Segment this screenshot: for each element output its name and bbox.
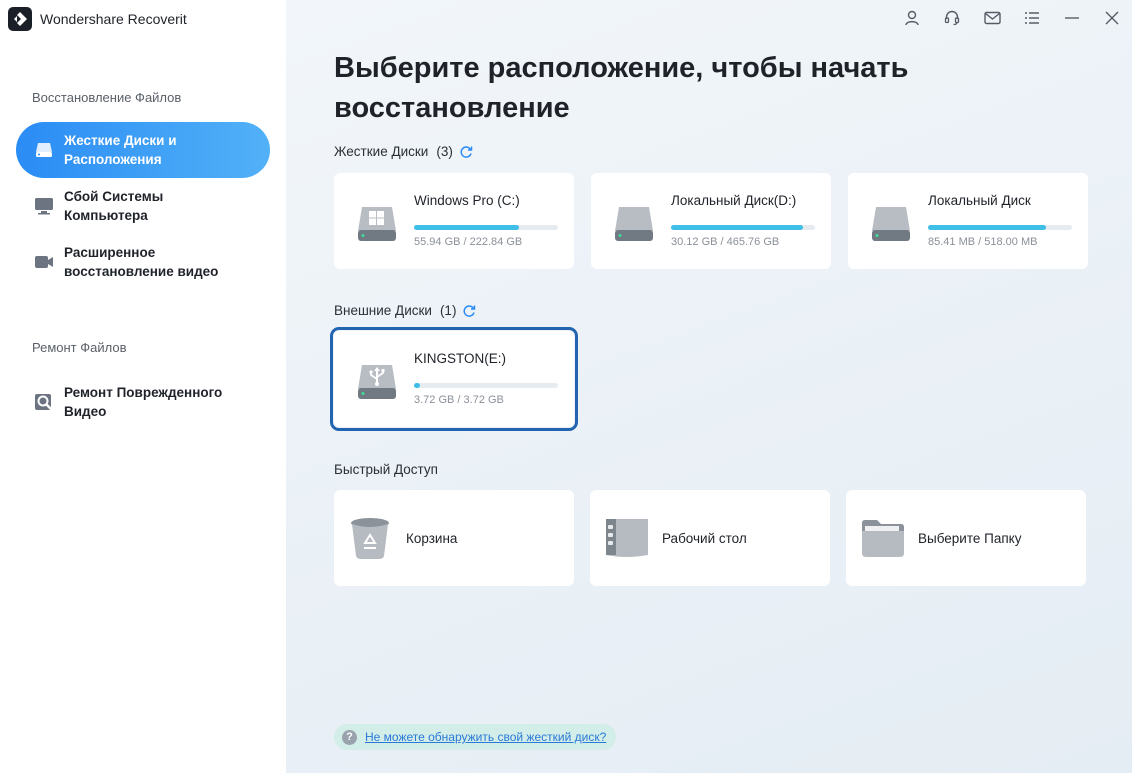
video-repair-icon xyxy=(34,392,54,412)
sidebar-item-label: Расширенное восстановление видео xyxy=(64,245,219,279)
quick-access-label: Выберите Папку xyxy=(918,530,1022,546)
quick-access-select-folder[interactable]: Выберите Папку xyxy=(846,490,1086,586)
help-pill[interactable]: ? Не можете обнаружить свой жесткий диск… xyxy=(334,724,617,750)
sidebar-item-label: Жесткие Диски и Расположения xyxy=(64,133,177,167)
cannot-detect-drive-link[interactable]: Не можете обнаружить свой жесткий диск? xyxy=(365,730,606,744)
app-title: Wondershare Recoverit xyxy=(40,11,187,27)
sidebar-item-label: Ремонт Поврежденного Видео xyxy=(64,385,223,419)
drive-size: 85.41 MB / 518.00 MB xyxy=(928,236,1038,248)
drive-name: Windows Pro (C:) xyxy=(414,193,520,208)
drive-size: 3.72 GB / 3.72 GB xyxy=(414,394,504,406)
refresh-icon[interactable] xyxy=(459,145,473,159)
sidebar: Wondershare Recoverit Восстановление Фай… xyxy=(0,0,286,773)
section-quick-access-label: Быстрый Доступ xyxy=(334,462,438,477)
user-icon[interactable] xyxy=(892,0,932,36)
drive-usage-bar xyxy=(671,225,815,230)
drive-size: 55.94 GB / 222.84 GB xyxy=(414,236,523,248)
sidebar-item-system-crash[interactable]: Сбой Системы Компьютера xyxy=(16,178,270,234)
drive-card-d[interactable]: Локальный Диск(D:) 30.12 GB / 465.76 GB xyxy=(591,173,831,269)
quick-access-desktop[interactable]: Рабочий стол xyxy=(590,490,830,586)
section-hard-drives: Жесткие Диски (3) xyxy=(334,144,473,159)
minimize-icon[interactable] xyxy=(1052,0,1092,36)
drive-name: Локальный Диск(D:) xyxy=(671,193,797,208)
folder-icon xyxy=(862,520,904,557)
title-bar-controls xyxy=(892,0,1132,36)
external-drives-count: (1) xyxy=(439,303,457,318)
drive-size: 30.12 GB / 465.76 GB xyxy=(671,236,780,248)
computer-icon xyxy=(34,196,54,216)
mail-icon[interactable] xyxy=(972,0,1012,36)
quick-access-label: Корзина xyxy=(406,530,458,546)
drive-usage-bar xyxy=(414,225,558,230)
support-headset-icon[interactable] xyxy=(932,0,972,36)
usb-drive-icon xyxy=(358,365,396,399)
drive-name: Локальный Диск xyxy=(928,193,1031,208)
section-file-recovery: Восстановление Файлов xyxy=(32,90,182,105)
drive-card-local[interactable]: Локальный Диск 85.41 MB / 518.00 MB xyxy=(848,173,1088,269)
section-hard-drives-label: Жесткие Диски xyxy=(334,144,429,159)
sidebar-item-advanced-video[interactable]: Расширенное восстановление видео xyxy=(16,234,270,290)
windows-drive-icon xyxy=(358,207,396,241)
drive-usage-bar xyxy=(928,225,1072,230)
sidebar-item-video-repair[interactable]: Ремонт Поврежденного Видео xyxy=(16,374,270,430)
menu-icon[interactable] xyxy=(1012,0,1052,36)
page-title: Выберите расположение, чтобы начать восс… xyxy=(334,52,909,124)
quick-access-recycle-bin[interactable]: Корзина xyxy=(334,490,574,586)
section-file-repair: Ремонт Файлов xyxy=(32,340,127,355)
question-icon: ? xyxy=(342,729,357,745)
section-external-drives: Внешние Диски (1) xyxy=(334,303,476,318)
hard-drive-icon xyxy=(872,207,910,241)
video-camera-icon xyxy=(34,252,54,272)
refresh-icon[interactable] xyxy=(462,304,476,318)
recycle-bin-icon xyxy=(351,518,389,559)
hard-drive-icon xyxy=(34,140,54,160)
recoverit-logo-icon xyxy=(8,7,32,31)
desktop-icon xyxy=(606,519,648,557)
drive-card-kingston[interactable]: KINGSTON(E:) 3.72 GB / 3.72 GB xyxy=(330,327,578,431)
section-external-drives-label: Внешние Диски xyxy=(334,303,432,318)
section-quick-access: Быстрый Доступ xyxy=(334,462,438,477)
close-icon[interactable] xyxy=(1092,0,1132,36)
drive-name: KINGSTON(E:) xyxy=(414,351,507,366)
drive-usage-bar xyxy=(414,383,558,388)
app-brand: Wondershare Recoverit xyxy=(8,7,187,31)
sidebar-item-hard-drives[interactable]: Жесткие Диски и Расположения xyxy=(16,122,270,178)
quick-access-label: Рабочий стол xyxy=(662,530,747,546)
drive-card-c[interactable]: Windows Pro (C:) 55.94 GB / 222.84 GB xyxy=(334,173,574,269)
hard-drive-icon xyxy=(615,207,653,241)
hard-drives-count: (3) xyxy=(436,144,453,159)
sidebar-item-label: Сбой Системы Компьютера xyxy=(64,189,164,223)
